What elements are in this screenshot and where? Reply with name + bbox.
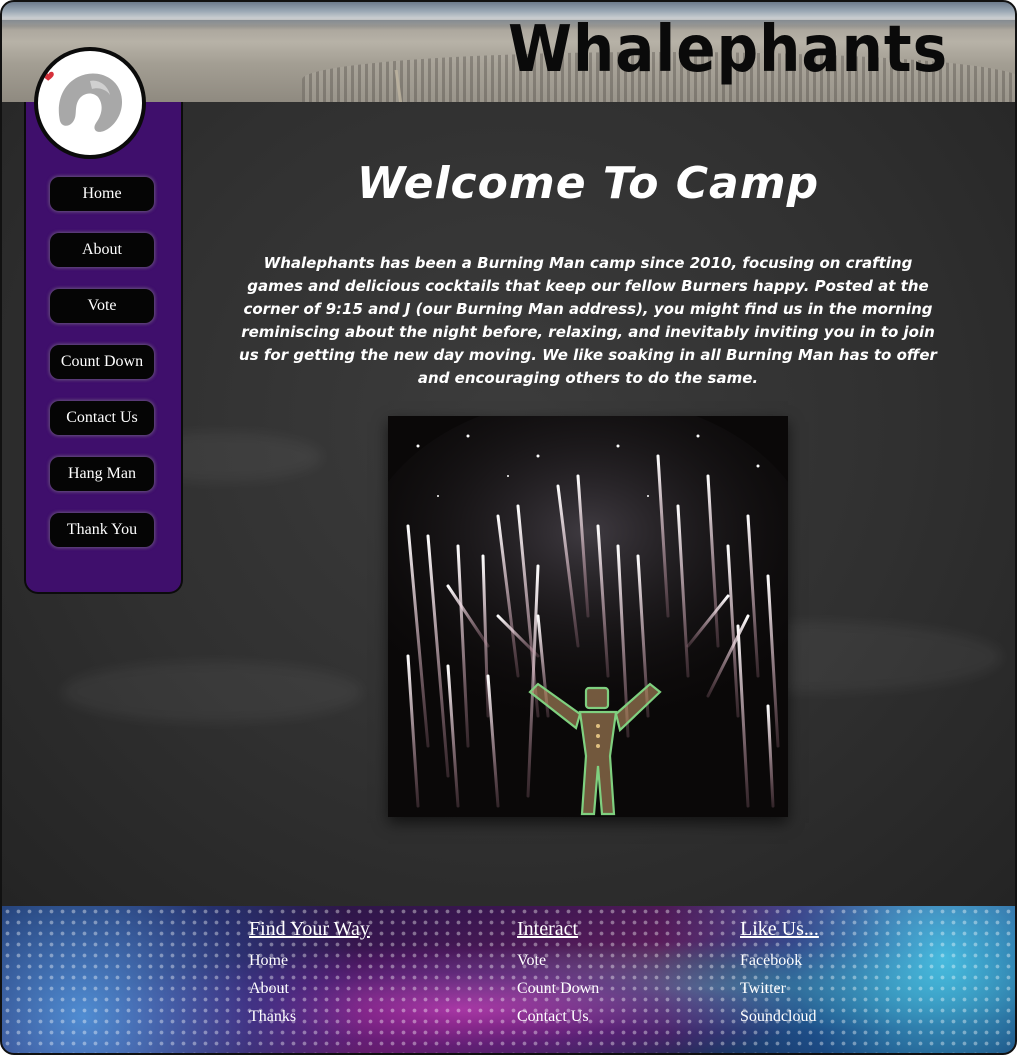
footer-heading[interactable]: Interact (517, 916, 599, 942)
page-heading: Welcome To Camp (356, 158, 820, 209)
footer-link-about[interactable]: About (249, 975, 370, 1003)
intro-paragraph: Whalephants has been a Burning Man camp … (239, 254, 937, 387)
footer-link-vote[interactable]: Vote (517, 947, 599, 975)
footer: Find Your Way Home About Thanks Interact… (2, 906, 1015, 1053)
footer-column-interact: Interact Vote Count Down Contact Us (517, 916, 599, 1031)
site-title: Whalephants (508, 11, 949, 87)
footer-column-like-us: Like Us... Facebook Twitter Soundcloud (740, 916, 819, 1031)
footer-link-count-down[interactable]: Count Down (517, 975, 599, 1003)
nav-item-vote[interactable]: Vote (50, 289, 154, 323)
footer-link-home[interactable]: Home (249, 947, 370, 975)
nav-item-about[interactable]: About (50, 233, 154, 267)
footer-link-soundcloud[interactable]: Soundcloud (740, 1003, 819, 1031)
nav-item-contact-us[interactable]: Contact Us (50, 401, 154, 435)
fireworks-illustration (388, 416, 788, 817)
footer-link-twitter[interactable]: Twitter (740, 975, 819, 1003)
page-frame: Whalephants Home About Vote Count Down C… (0, 0, 1017, 1055)
fireworks-photo (388, 416, 788, 817)
nav-item-home[interactable]: Home (50, 177, 154, 211)
footer-link-thanks[interactable]: Thanks (249, 1003, 370, 1031)
nav-item-hang-man[interactable]: Hang Man (50, 457, 154, 491)
nav-item-count-down[interactable]: Count Down (50, 345, 154, 379)
nav-item-thank-you[interactable]: Thank You (50, 513, 154, 547)
footer-column-find-your-way: Find Your Way Home About Thanks (249, 916, 370, 1031)
footer-heading[interactable]: Find Your Way (249, 916, 370, 942)
whalephant-logo-icon[interactable] (34, 47, 146, 159)
logo-graphic (42, 71, 123, 132)
footer-link-facebook[interactable]: Facebook (740, 947, 819, 975)
footer-heading[interactable]: Like Us... (740, 916, 819, 942)
footer-link-contact-us[interactable]: Contact Us (517, 1003, 599, 1031)
header-banner: Whalephants (2, 2, 1015, 102)
chalk-smear (62, 662, 362, 722)
footer-light-dots (2, 906, 1015, 1053)
